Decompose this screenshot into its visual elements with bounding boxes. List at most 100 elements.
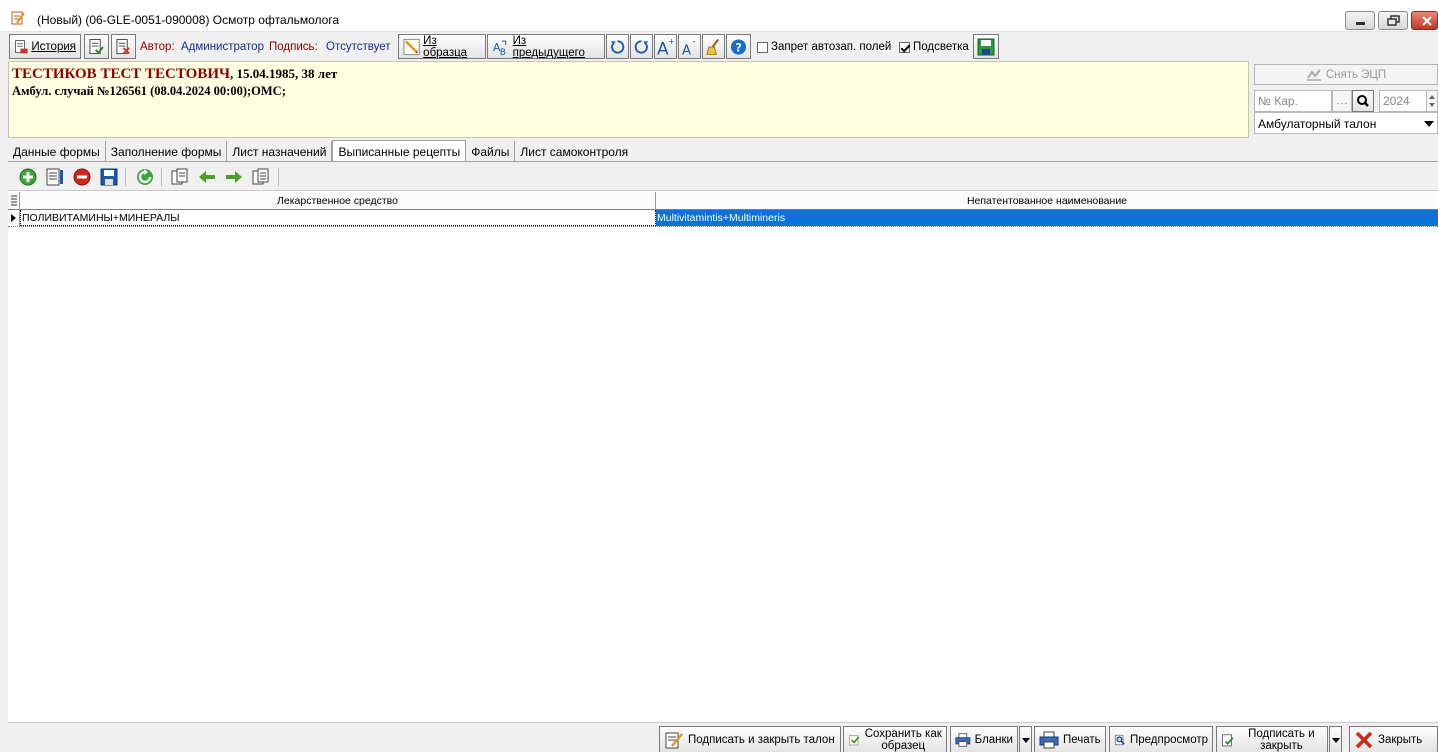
svg-text:A: A [657, 39, 669, 56]
patient-info-panel: ТЕСТИКОВ ТЕСТ ТЕСТОВИЧ, 15.04.1985, 38 л… [8, 61, 1249, 138]
minimize-icon [1356, 22, 1365, 25]
from-template-label: Из образца [423, 34, 468, 59]
from-previous-button[interactable]: A B Из предыдущего [487, 34, 605, 59]
preview-button[interactable]: Предпросмотр [1109, 726, 1213, 752]
save-disk-icon [977, 38, 995, 55]
signature-label: Подпись: [269, 41, 318, 53]
printer-icon [1039, 731, 1059, 749]
refresh-grid-icon[interactable] [135, 167, 155, 187]
main-toolbar: История Автор: Администратор Подпись: От… [0, 32, 1438, 60]
history-label: История [31, 40, 76, 53]
tab-form-data[interactable]: Данные формы [8, 141, 106, 162]
svg-text:+: + [668, 37, 674, 46]
author-value: Администратор [181, 41, 264, 53]
card-search-button[interactable] [1352, 90, 1374, 112]
refresh-icon [610, 39, 625, 54]
close-window-button[interactable] [1411, 11, 1438, 30]
history-button[interactable]: История [9, 34, 81, 59]
remove-esign-button[interactable]: Снять ЭЦП [1254, 64, 1438, 85]
help-button[interactable]: ? [726, 34, 751, 59]
author-label: Автор: [140, 41, 175, 53]
undo-button[interactable] [630, 34, 653, 59]
help-icon: ? [730, 38, 747, 55]
decrease-font-button[interactable]: A - [678, 34, 701, 59]
autofill-ban-label: Запрет автозап. полей [771, 41, 892, 53]
sign-and-close-dropdown-button[interactable] [1329, 726, 1342, 752]
title-bar: (Новый) (06-GLE-0051-090008) Осмотр офта… [0, 0, 1438, 32]
tab-form-filling[interactable]: Заполнение формы [106, 141, 228, 162]
sign-and-close-button[interactable]: Подписать и закрыть [1216, 726, 1328, 752]
sign-close-coupon-label: Подписать и закрыть талон [688, 734, 835, 746]
increase-font-button[interactable]: A + [654, 34, 677, 59]
toolbar-separator [125, 168, 126, 186]
recipes-panel: Лекарственное средство Непатентованное н… [8, 162, 1438, 722]
side-panel: Снять ЭЦП № Кар. … 2024 Амбулаторный тал… [1252, 61, 1438, 138]
print-preview-icon [1114, 734, 1125, 746]
forms-label: Бланки [974, 734, 1013, 746]
text-ab-icon: A B [493, 40, 507, 56]
table-row[interactable]: ПОЛИВИТАМИНЫ+МИНЕРАЛЫ Multivitamintis+Mu… [8, 210, 1438, 227]
forms-dropdown-button[interactable] [1019, 726, 1032, 752]
patient-name-line: ТЕСТИКОВ ТЕСТ ТЕСТОВИЧ, 15.04.1985, 38 л… [12, 66, 337, 83]
broom-icon [706, 38, 719, 55]
window-title: (Новый) (06-GLE-0051-090008) Осмотр офта… [37, 13, 340, 27]
font-increase-icon: A + [657, 37, 674, 57]
column-chooser-icon[interactable] [8, 192, 20, 210]
copy-record-icon[interactable] [170, 167, 190, 187]
delete-icon[interactable] [72, 167, 92, 187]
highlight-checkbox[interactable]: Подсветка [899, 41, 969, 53]
signature-value: Отсутствует [326, 41, 391, 53]
bottom-action-bar: Подписать и закрыть талон Сохранить как … [8, 722, 1438, 752]
year-input[interactable]: 2024 [1379, 90, 1427, 112]
column-header-generic-name[interactable]: Непатентованное наименование [656, 192, 1438, 210]
edit-record-icon[interactable] [45, 167, 65, 187]
search-icon [1357, 95, 1369, 107]
tab-issued-recipes[interactable]: Выписанные рецепты [332, 140, 467, 162]
remove-signature-button[interactable] [111, 34, 136, 59]
arrow-left-icon[interactable] [197, 167, 217, 187]
autofill-ban-box[interactable] [757, 41, 768, 53]
card-number-input[interactable]: № Кар. [1254, 90, 1332, 112]
document-type-select[interactable]: Амбулаторный талон [1254, 112, 1438, 134]
add-icon[interactable] [18, 167, 38, 187]
case-info: Амбул. случай №126561 (08.04.2024 00:00)… [12, 84, 286, 98]
restore-button[interactable] [1378, 11, 1408, 30]
minimize-button[interactable] [1345, 11, 1375, 30]
signature-stamp-icon [1306, 68, 1321, 81]
tab-files[interactable]: Файлы [466, 141, 516, 162]
current-row-arrow-icon [11, 214, 16, 222]
from-template-button[interactable]: Из образца [398, 34, 486, 59]
cell-drug[interactable]: ПОЛИВИТАМИНЫ+МИНЕРАЛЫ [20, 210, 656, 226]
year-spinner[interactable] [1426, 90, 1438, 112]
sign-close-coupon-button[interactable]: Подписать и закрыть талон [659, 726, 841, 752]
close-button[interactable]: Закрыть [1349, 726, 1438, 752]
grid-toolbar [8, 162, 1438, 191]
document-cross-icon [116, 38, 130, 54]
save-as-template-button[interactable]: Сохранить как образец [843, 726, 947, 752]
tab-strip: Данные формы Заполнение формы Лист назна… [8, 140, 633, 162]
print-button[interactable]: Печать [1034, 726, 1106, 752]
tab-self-control[interactable]: Лист самоконтроля [515, 141, 633, 162]
forms-button[interactable]: Бланки [950, 726, 1018, 752]
undo-icon [634, 39, 649, 54]
clear-button[interactable] [702, 34, 725, 59]
template-pencil-icon [403, 38, 420, 55]
save-button[interactable] [973, 34, 999, 59]
card-browse-button[interactable]: … [1332, 90, 1352, 112]
save-template-icon [848, 735, 860, 746]
column-header-drug[interactable]: Лекарственное средство [20, 192, 656, 210]
arrow-right-icon[interactable] [224, 167, 244, 187]
spin-arrows-icon [1429, 95, 1435, 107]
svg-text:?: ? [735, 40, 742, 54]
cell-generic-name[interactable]: Multivitamintis+Multimineris [656, 210, 1438, 226]
refresh-button[interactable] [606, 34, 629, 59]
highlight-box[interactable] [899, 41, 910, 53]
paste-record-icon[interactable] [251, 167, 271, 187]
sign-document-button[interactable] [84, 34, 109, 59]
tab-prescriptions-list[interactable]: Лист назначений [227, 141, 333, 162]
svg-text:A: A [682, 43, 691, 56]
save-record-icon[interactable] [99, 167, 119, 187]
autofill-ban-checkbox[interactable]: Запрет автозап. полей [757, 41, 891, 53]
svg-text:-: - [692, 37, 695, 47]
toolbar-separator [278, 168, 279, 186]
